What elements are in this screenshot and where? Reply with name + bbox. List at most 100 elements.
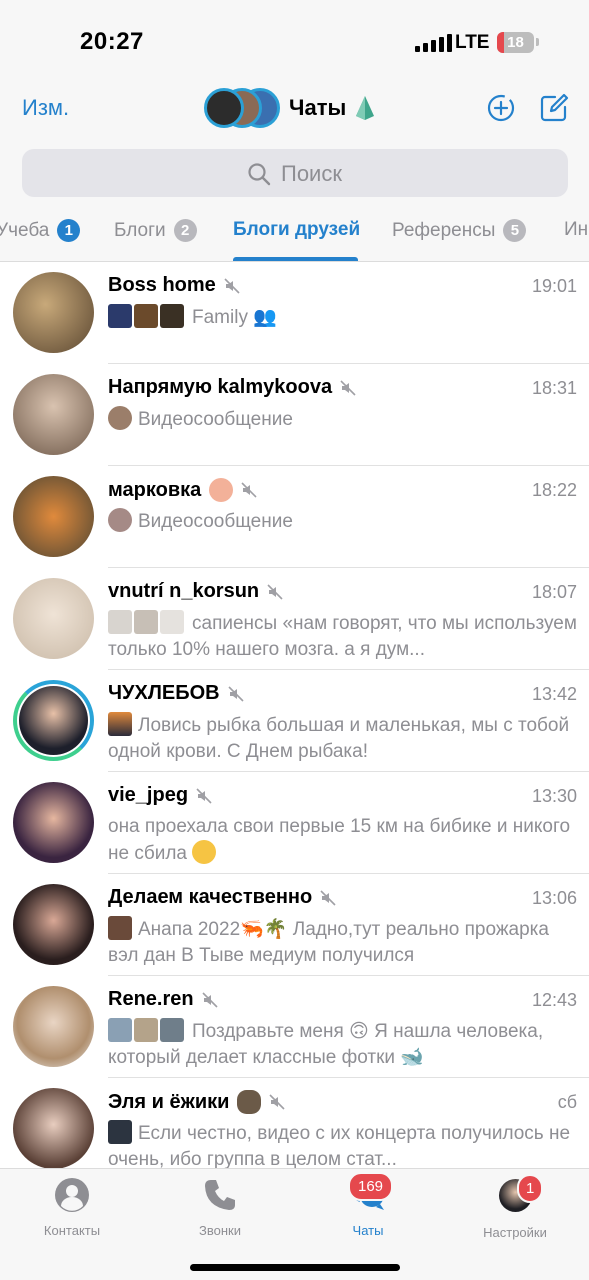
chat-title: ЧУХЛЕБОВ: [108, 682, 244, 705]
folder-tab-other[interactable]: Ин: [564, 219, 588, 241]
media-thumbnail: [160, 610, 184, 634]
chat-time: 18:31: [531, 378, 577, 398]
chat-time: 13:30: [531, 786, 577, 806]
chat-title: Делаем качественно: [108, 886, 336, 909]
chat-name: Эля и ёжики: [108, 1090, 230, 1113]
muted-icon: [267, 583, 283, 600]
signal-icon: [415, 34, 452, 52]
tab-label: Чаты: [352, 1223, 384, 1238]
unread-badge: 2: [173, 219, 197, 242]
network-type: LTE: [455, 32, 490, 53]
muted-icon: [269, 1094, 285, 1110]
message-preview: Анапа 2022🦐🌴 Ладно,тут реально прожарка …: [108, 916, 578, 968]
tab-label: Звонки: [199, 1223, 241, 1238]
folder-tab-label: Блоги: [114, 219, 166, 241]
muted-icon: [340, 379, 356, 396]
chat-title: Эля и ёжики: [108, 1090, 285, 1114]
search-icon: [248, 163, 271, 186]
video-thumbnail: [108, 1120, 132, 1144]
chat-row[interactable]: Делаем качественно 13:06 Анапа 2022🦐🌴 Ла…: [0, 874, 589, 976]
search-placeholder: Поиск: [281, 161, 342, 186]
chat-row[interactable]: марковка 18:22 Видеосообщение: [0, 466, 589, 568]
avatar: [13, 782, 94, 863]
battery-cap: [536, 38, 539, 46]
message-preview: Видеосообщение: [108, 406, 578, 433]
media-thumbnail: [108, 610, 132, 634]
add-story-icon[interactable]: [486, 93, 516, 123]
unread-badge: 1: [517, 1174, 544, 1203]
media-thumbnail: [160, 1018, 184, 1042]
chat-name: vnutrí n_korsun: [108, 580, 260, 602]
muted-icon: [241, 482, 257, 498]
folder-tab-blogs[interactable]: Блоги 2: [114, 219, 197, 242]
search-input[interactable]: Поиск: [22, 149, 568, 197]
message-preview: Если честно, видео с их концерта получил…: [108, 1120, 578, 1168]
avatar: [13, 578, 94, 659]
chat-row[interactable]: Напрямую kalmykoova 18:31 Видеосообщение: [0, 364, 589, 466]
message-text: она проехала свои первые 15 км на бибике…: [108, 816, 571, 864]
avatar: [13, 1088, 94, 1168]
person-icon: [55, 1178, 89, 1212]
media-thumbnail: [108, 304, 132, 328]
message-text: Видеосообщение: [138, 409, 293, 430]
tab-label: Контакты: [43, 1223, 101, 1238]
message-preview: Family 👥: [108, 304, 578, 331]
message-text: Ловись рыбка большая и маленькая, мы с т…: [108, 715, 570, 762]
folder-tab-label: Блоги друзей: [233, 219, 361, 240]
message-preview: Видеосообщение: [108, 508, 578, 535]
premium-crystal-icon: [356, 96, 375, 120]
media-thumbnail: [134, 304, 158, 328]
message-preview: Поздравьте меня 🙃 Я нашла человека, кото…: [108, 1018, 578, 1070]
folder-tab-references[interactable]: Референсы 5: [392, 219, 527, 242]
unread-badge: 1: [57, 219, 81, 242]
battery-percent: 18: [507, 34, 524, 51]
chat-time: 18:07: [531, 582, 577, 602]
compose-icon[interactable]: [539, 93, 569, 123]
chat-title: vnutrí n_korsun: [108, 580, 283, 603]
title-group: Чаты: [289, 95, 375, 121]
chat-title: Boss home: [108, 274, 240, 297]
folder-tab-study[interactable]: Учеба 1: [0, 219, 81, 242]
unread-badge: 5: [503, 219, 527, 242]
chat-title: марковка: [108, 478, 257, 502]
chat-row[interactable]: Boss home 19:01 Family 👥: [0, 262, 589, 364]
status-bar: 20:27 LTE 18: [0, 0, 589, 78]
sticker-emoji-icon: [209, 478, 234, 502]
chat-row[interactable]: vie_jpeg 13:30 она проехала свои первые …: [0, 772, 589, 874]
tab-chats[interactable]: 169 Чаты: [298, 1172, 438, 1238]
chat-row[interactable]: vnutrí n_korsun 18:07 сапиенсы «нам гово…: [0, 568, 589, 670]
avatar: [13, 884, 94, 965]
phone-icon: [205, 1180, 235, 1210]
chat-title: Rene.ren: [108, 988, 218, 1011]
video-thumbnail: [108, 916, 132, 940]
tab-settings[interactable]: 1 Настройки: [445, 1174, 585, 1240]
media-thumbnail: [134, 610, 158, 634]
edit-button[interactable]: Изм.: [22, 95, 69, 121]
message-text: Family 👥: [192, 307, 277, 328]
chat-row[interactable]: Rene.ren 12:43 Поздравьте меня 🙃 Я нашла…: [0, 976, 589, 1078]
muted-icon: [228, 685, 244, 702]
chat-row[interactable]: Эля и ёжики сб Если честно, видео с их к…: [0, 1078, 589, 1168]
stories-avatars[interactable]: [204, 88, 284, 128]
chat-name: Делаем качественно: [108, 886, 313, 908]
chat-row[interactable]: ЧУХЛЕБОВ 13:42 Ловись рыбка большая и ма…: [0, 670, 589, 772]
search-area: Поиск: [0, 140, 589, 205]
video-message-icon: [108, 508, 132, 532]
chat-name: Напрямую kalmykoova: [108, 376, 333, 398]
folder-tab-friends-blogs[interactable]: Блоги друзей: [233, 219, 360, 241]
active-tab-indicator: [233, 257, 358, 261]
tab-label: Настройки: [483, 1225, 547, 1240]
message-preview: Ловись рыбка большая и маленькая, мы с т…: [108, 712, 578, 764]
chat-name: марковка: [108, 478, 202, 501]
unread-badge: 169: [348, 1172, 394, 1201]
tab-contacts[interactable]: Контакты: [2, 1177, 142, 1238]
folder-tab-label: Референсы: [392, 219, 496, 241]
muted-icon: [320, 889, 336, 906]
tab-calls[interactable]: Звонки: [150, 1177, 290, 1238]
avatar: [13, 374, 94, 455]
story-avatar: [204, 88, 244, 128]
story-ring[interactable]: [13, 680, 94, 761]
chat-name: vie_jpeg: [108, 784, 189, 806]
muted-icon: [196, 787, 212, 804]
chat-list: Boss home 19:01 Family 👥 Напрямую kalmyk…: [0, 262, 589, 1168]
